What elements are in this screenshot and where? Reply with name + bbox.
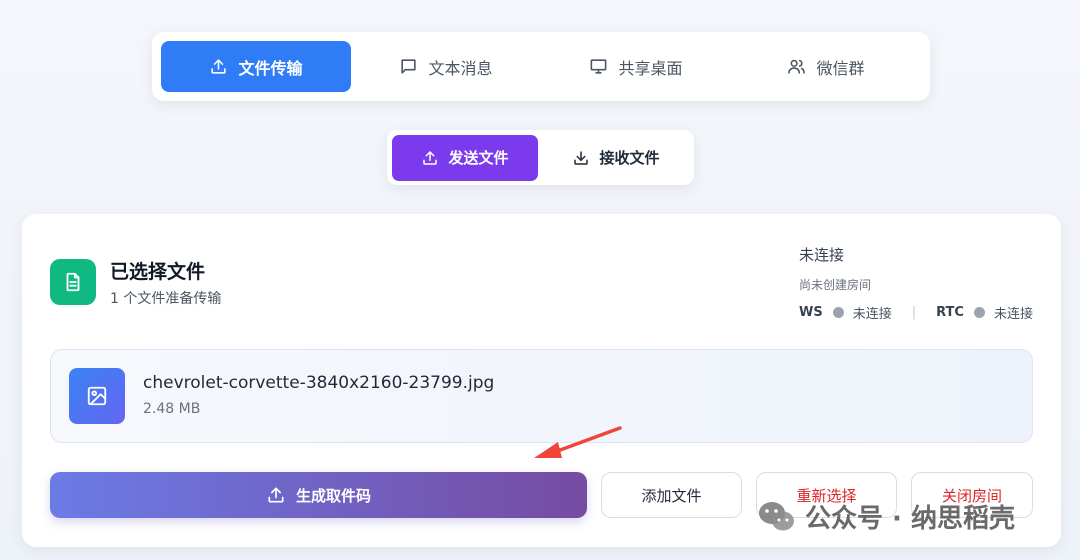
card-subtitle: 1 个文件准备传输	[110, 291, 222, 307]
connection-indicators: WS 未连接 | RTC 未连接	[799, 303, 1033, 322]
room-status: 尚未创建房间	[799, 278, 872, 292]
tab-text-message[interactable]: 文本消息	[351, 41, 541, 92]
rtc-status-dot	[973, 307, 985, 318]
connection-status: 未连接	[799, 246, 845, 264]
tab-send-file[interactable]: 发送文件	[392, 134, 538, 181]
download-icon	[574, 150, 589, 165]
ws-status-dot	[832, 307, 844, 318]
tab-label: 发送文件	[448, 149, 509, 167]
image-icon	[69, 368, 125, 424]
file-size: 2.48 MB	[143, 401, 201, 417]
upload-icon	[211, 59, 227, 74]
users-icon	[788, 59, 806, 74]
tab-share-desktop[interactable]: 共享桌面	[541, 41, 731, 92]
separator: |	[911, 305, 917, 320]
tab-label: 文件传输	[238, 58, 303, 78]
wechat-icon	[759, 501, 794, 530]
annotation-arrow-icon	[534, 426, 622, 458]
main-tab-bar: 文件传输 文本消息 共享桌面 微信群	[152, 32, 930, 101]
rtc-label: RTC	[936, 305, 964, 320]
ws-label: WS	[799, 305, 823, 320]
watermark-text: 公众号 · 纳思稻壳	[805, 504, 1015, 534]
monitor-icon	[591, 59, 607, 74]
watermark: 公众号 · 纳思稻壳	[757, 498, 1015, 535]
rtc-status: 未连接	[993, 307, 1033, 322]
tab-label: 共享桌面	[618, 58, 683, 78]
file-name: chevrolet-corvette-3840x2160-23799.jpg	[143, 373, 495, 393]
button-label: 生成取件码	[295, 486, 371, 505]
add-file-button[interactable]: 添加文件	[601, 472, 742, 518]
document-icon	[50, 259, 96, 305]
upload-icon	[423, 150, 438, 165]
ws-status: 未连接	[852, 307, 892, 322]
card-title: 已选择文件	[110, 261, 206, 283]
generate-code-button[interactable]: 生成取件码	[50, 472, 587, 518]
message-icon	[401, 59, 417, 74]
tab-label: 文本消息	[428, 58, 493, 78]
mode-toggle: 发送文件 接收文件	[387, 130, 694, 185]
tab-label: 微信群	[816, 58, 865, 78]
tab-wechat-group[interactable]: 微信群	[731, 41, 921, 92]
upload-icon	[268, 487, 284, 503]
tab-receive-file[interactable]: 接收文件	[543, 135, 689, 181]
tab-file-transfer[interactable]: 文件传输	[161, 41, 351, 92]
tab-label: 接收文件	[599, 149, 660, 167]
